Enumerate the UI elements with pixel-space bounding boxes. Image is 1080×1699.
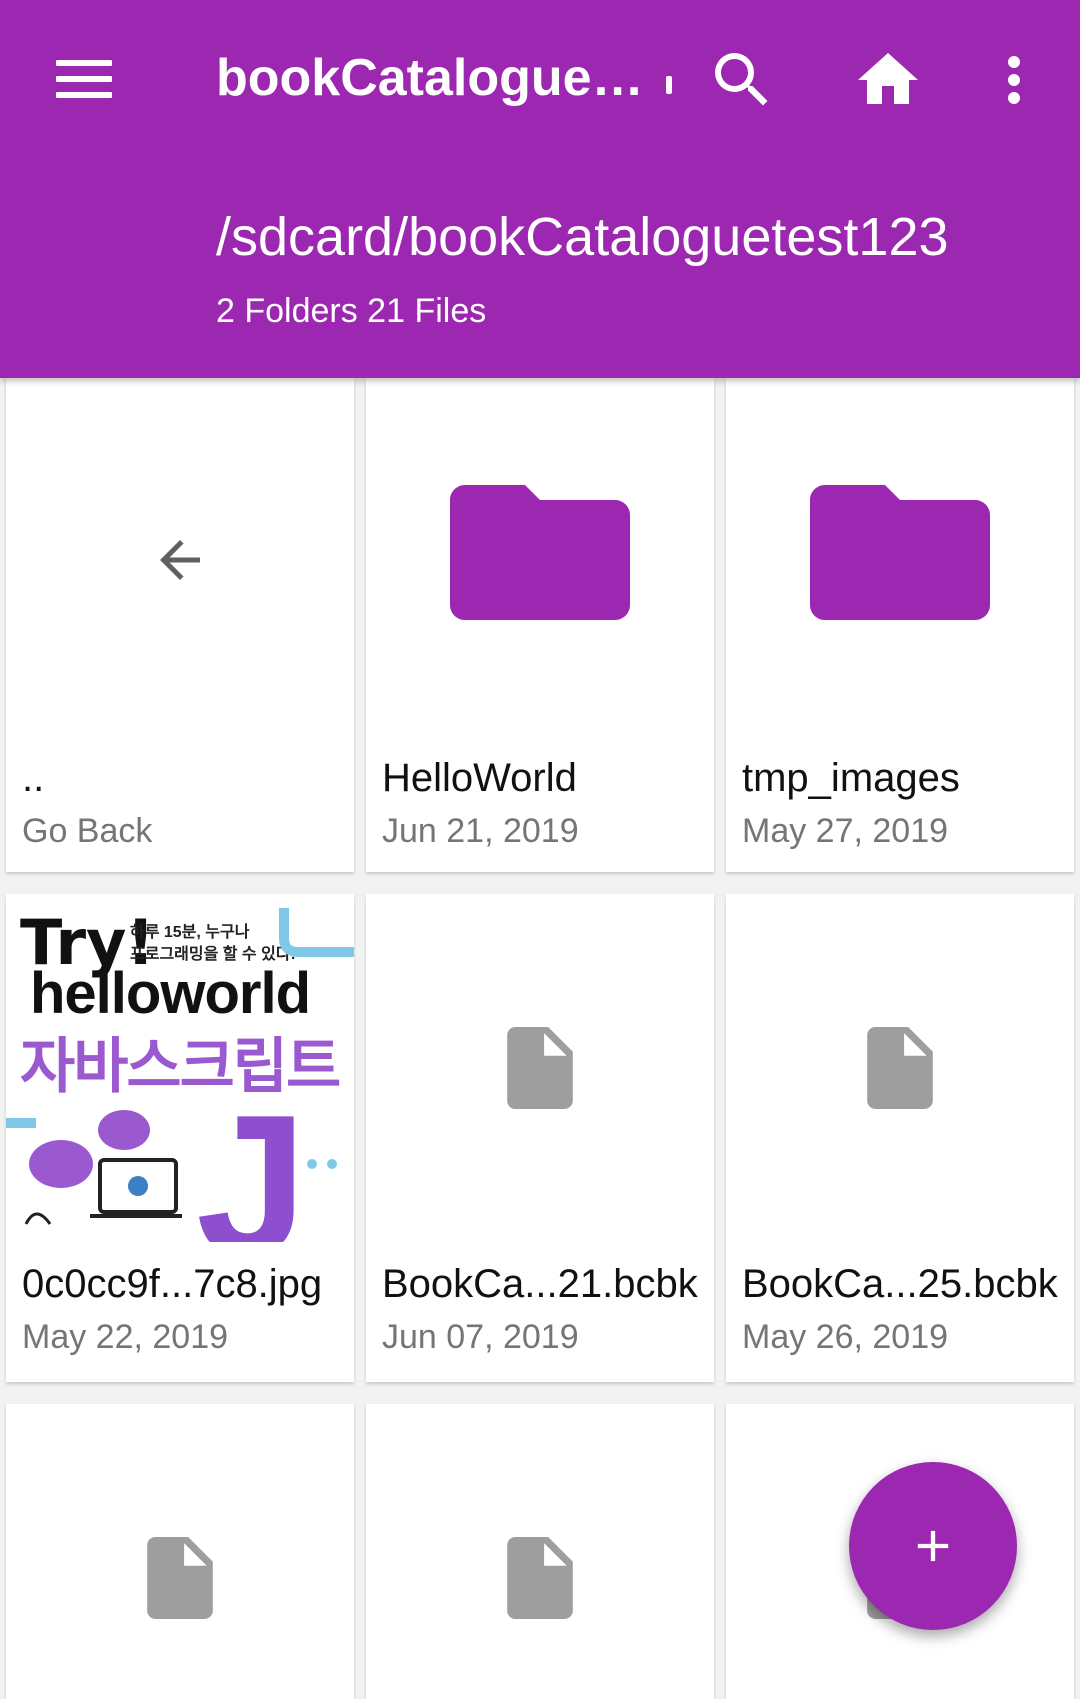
item-name: tmp_images (742, 756, 960, 800)
menu-icon[interactable] (52, 52, 116, 106)
add-button[interactable] (849, 1462, 1017, 1630)
file-icon (366, 894, 714, 1242)
grid-item-file[interactable] (366, 1404, 714, 1699)
file-icon (6, 1404, 354, 1699)
item-subtitle: May 26, 2019 (742, 1318, 949, 1356)
item-name: .. (22, 756, 45, 800)
item-name: HelloWorld (382, 756, 577, 800)
arrow-back-icon (6, 378, 354, 742)
grid-item-go-back[interactable]: .. Go Back (6, 378, 354, 872)
item-subtitle: Jun 21, 2019 (382, 812, 579, 850)
folder-icon (366, 378, 714, 742)
grid-item-file[interactable] (6, 1404, 354, 1699)
add-icon (917, 1530, 949, 1562)
search-icon[interactable] (706, 44, 778, 116)
grid-item-file[interactable]: BookCa...25.bcbk May 26, 2019 (726, 894, 1074, 1382)
item-name: BookCa...25.bcbk (742, 1262, 1058, 1306)
grid-item-image[interactable]: Try! 하루 15분, 누구나 프로그래밍을 할 수 있다! helloworl… (6, 894, 354, 1382)
home-icon[interactable] (852, 44, 924, 116)
cover-art (6, 908, 354, 1225)
toolbar-title: bookCataloguet... (216, 49, 646, 107)
item-subtitle: Go Back (22, 812, 153, 850)
app-bar: bookCataloguet... /sdcard/bookCataloguet… (0, 0, 1080, 378)
grid-item-folder[interactable]: tmp_images May 27, 2019 (726, 378, 1074, 872)
file-icon (366, 1404, 714, 1699)
grid-item-file[interactable]: BookCa...21.bcbk Jun 07, 2019 (366, 894, 714, 1382)
item-name: BookCa...21.bcbk (382, 1262, 698, 1306)
more-vert-icon[interactable] (978, 44, 1050, 116)
image-thumbnail: Try! 하루 15분, 누구나 프로그래밍을 할 수 있다! helloworl… (6, 894, 354, 1242)
file-icon (726, 894, 1074, 1242)
scroll-indicator (666, 76, 672, 94)
item-subtitle: May 27, 2019 (742, 812, 949, 850)
item-subtitle: Jun 07, 2019 (382, 1318, 579, 1356)
current-path: /sdcard/bookCataloguetest123 (216, 207, 949, 267)
grid-item-folder[interactable]: HelloWorld Jun 21, 2019 (366, 378, 714, 872)
folder-icon (726, 378, 1074, 742)
item-name: 0c0cc9f...7c8.jpg (22, 1262, 323, 1306)
item-subtitle: May 22, 2019 (22, 1318, 229, 1356)
folder-file-count: 2 Folders 21 Files (216, 292, 487, 330)
